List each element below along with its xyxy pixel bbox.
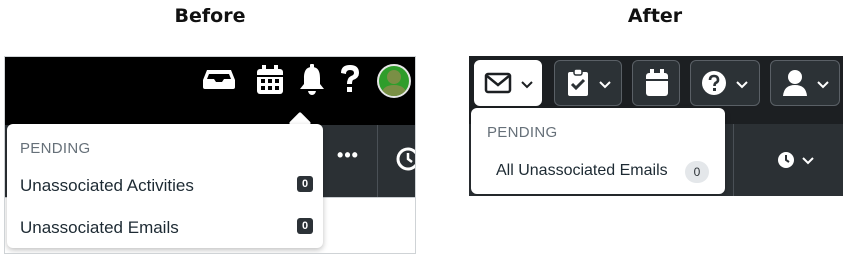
clock-icon[interactable] (776, 150, 796, 170)
menu-item-label: All Unassociated Emails (496, 162, 668, 179)
more-options-button[interactable]: ••• (331, 145, 365, 166)
after-panel: PENDING All Unassociated Emails 0 (469, 56, 843, 196)
menu-item-label: Unassociated Activities (20, 176, 194, 195)
notifications-dropdown: PENDING Unassociated Activities 0 Unasso… (7, 124, 323, 248)
pending-section-label: PENDING (20, 140, 91, 157)
email-dropdown: PENDING All Unassociated Emails 0 (471, 108, 725, 194)
envelope-icon (484, 72, 512, 94)
clock-icon[interactable] (393, 144, 416, 174)
count-badge: 0 (297, 218, 313, 234)
divider (377, 125, 378, 197)
chevron-down-icon (521, 81, 533, 89)
calendar-icon (646, 69, 668, 96)
chevron-down-icon[interactable] (802, 154, 814, 166)
inbox-icon[interactable] (201, 68, 237, 90)
before-heading: Before (174, 5, 246, 27)
calendar-icon[interactable] (256, 65, 284, 95)
before-panel: ••• PENDING Unassociated Activities 0 Un… (4, 56, 416, 254)
bell-icon[interactable] (298, 64, 326, 96)
user-menu-button[interactable] (770, 60, 840, 106)
help-icon[interactable] (338, 64, 362, 96)
avatar[interactable] (377, 64, 411, 98)
tasks-menu-button[interactable] (554, 60, 622, 106)
menu-item-label: Unassociated Emails (20, 218, 179, 237)
divider (733, 124, 734, 196)
calendar-button[interactable] (632, 60, 680, 106)
after-heading: After (627, 5, 683, 27)
count-badge: 0 (297, 176, 313, 192)
help-icon (702, 71, 726, 95)
chevron-down-icon (736, 81, 748, 89)
user-icon (783, 70, 807, 96)
count-badge: 0 (685, 161, 709, 183)
email-menu-button[interactable] (474, 60, 542, 106)
clipboard-check-icon (568, 69, 588, 96)
chevron-down-icon (599, 81, 611, 89)
help-menu-button[interactable] (690, 60, 760, 106)
pending-section-label: PENDING (487, 124, 558, 141)
chevron-down-icon (817, 81, 829, 89)
